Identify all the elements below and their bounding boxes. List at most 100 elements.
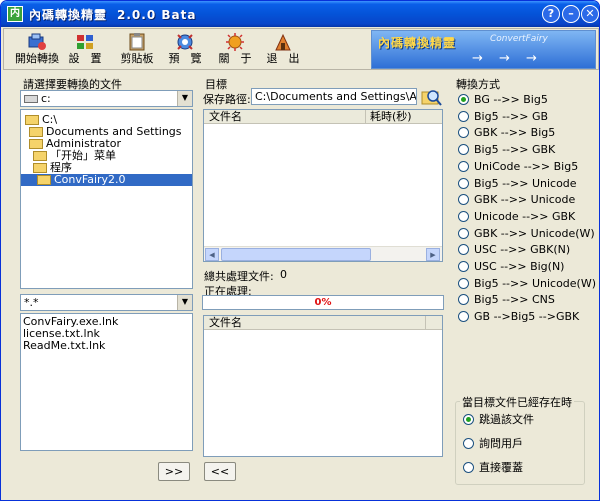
chevron-down-icon[interactable]: ▼ xyxy=(177,91,192,106)
convert-mode-option[interactable]: BG -->> Big5 xyxy=(458,93,548,106)
total-files-value: 0 xyxy=(280,268,287,281)
exit-icon xyxy=(275,33,291,51)
radio-button[interactable] xyxy=(458,210,469,222)
folder-icon xyxy=(33,151,47,161)
convert-mode-option[interactable]: Big5 -->> GB xyxy=(458,110,548,123)
app-icon: 内 xyxy=(7,6,23,22)
drive-select[interactable]: c: ▼ xyxy=(20,90,193,107)
file-filter-select[interactable]: *.* ▼ xyxy=(20,294,193,311)
horizontal-scrollbar[interactable]: ◀ ▶ xyxy=(204,246,442,261)
file-exists-option[interactable]: 詢問用戶 xyxy=(463,437,523,450)
radio-button[interactable] xyxy=(458,177,469,189)
app-window: 内 內碼轉換精靈 2.0.0 Bata ? – ✕ 開始轉換 設 置 剪貼板 預… xyxy=(0,0,600,501)
folder-open-icon xyxy=(37,175,51,185)
convert-mode-option[interactable]: Unicode -->> GBK xyxy=(458,210,575,223)
convert-mode-label: 轉換方式 xyxy=(456,78,500,91)
convert-mode-option[interactable]: USC -->> Big(N) xyxy=(458,260,564,273)
radio-button[interactable] xyxy=(458,127,469,139)
settings-icon xyxy=(77,35,93,49)
start-convert-button[interactable]: 開始轉換 xyxy=(14,30,60,68)
radio-button[interactable] xyxy=(458,160,469,172)
column-header-filename[interactable]: 文件名 xyxy=(209,110,242,123)
file-exists-option[interactable]: 跳過該文件 xyxy=(463,413,534,426)
column-header-filename[interactable]: 文件名 xyxy=(209,316,242,329)
clipboard-icon xyxy=(129,33,145,51)
toolbar: 開始轉換 設 置 剪貼板 預 覽 關 于 退 出 內碼轉換精靈 ConvertF… xyxy=(3,28,599,70)
add-files-button[interactable]: >> xyxy=(158,462,190,481)
folder-tree[interactable]: C:\ Documents and Settings Administrator… xyxy=(20,109,193,289)
preview-button[interactable]: 預 覽 xyxy=(162,30,208,68)
banner-arrows: → → → xyxy=(472,51,543,66)
file-filter-value: *.* xyxy=(24,296,39,309)
save-path-field[interactable]: C:\Documents and Settings\Administrator xyxy=(251,88,417,105)
total-files-label: 總共處理文件: xyxy=(204,270,274,283)
browse-folder-icon xyxy=(421,90,442,106)
convert-mode-option[interactable]: GBK -->> Unicode xyxy=(458,193,575,206)
brand-banner: 內碼轉換精靈 ConvertFairy → → → xyxy=(371,30,596,69)
file-exists-label: 當目標文件已經存在時 xyxy=(460,394,574,410)
column-header-time[interactable]: 耗時(秒) xyxy=(370,110,412,123)
drive-icon xyxy=(24,95,38,103)
convert-mode-option[interactable]: USC -->> GBK(N) xyxy=(458,243,570,256)
browse-folder-button[interactable] xyxy=(421,87,443,107)
file-list[interactable]: ConvFairy.exe.lnk license.txt.lnk ReadMe… xyxy=(20,313,193,451)
save-path-value: C:\Documents and Settings\Administrator xyxy=(255,90,417,103)
target-label: 目標 xyxy=(205,78,227,91)
result-table[interactable]: 文件名 耗時(秒) ◀ ▶ xyxy=(203,109,443,262)
file-exists-option[interactable]: 直接覆蓋 xyxy=(463,461,523,474)
progress-bar: 0% xyxy=(202,295,444,310)
convert-mode-option[interactable]: GB -->Big5 -->GBK xyxy=(458,310,579,323)
folder-icon xyxy=(29,139,43,149)
start-convert-icon xyxy=(28,33,46,50)
exit-button[interactable]: 退 出 xyxy=(260,30,306,68)
radio-button[interactable] xyxy=(458,227,469,239)
processing-list[interactable]: 文件名 xyxy=(203,315,443,457)
radio-button[interactable] xyxy=(463,438,474,449)
clipboard-button[interactable]: 剪貼板 xyxy=(114,30,160,68)
scroll-thumb[interactable] xyxy=(221,248,371,261)
radio-button[interactable] xyxy=(458,144,469,156)
minimize-button[interactable]: – xyxy=(562,5,580,23)
scroll-right-icon[interactable]: ▶ xyxy=(426,248,440,261)
radio-button[interactable] xyxy=(458,261,469,272)
radio-button[interactable] xyxy=(458,311,469,323)
radio-button[interactable] xyxy=(458,277,469,289)
radio-button[interactable] xyxy=(458,244,469,256)
list-item[interactable]: ReadMe.txt.lnk xyxy=(23,340,105,352)
folder-icon xyxy=(33,163,47,173)
app-version: 2.0.0 Bata xyxy=(117,8,197,22)
radio-button[interactable] xyxy=(463,462,474,473)
save-path-label: 保存路徑: xyxy=(203,93,251,106)
settings-button[interactable]: 設 置 xyxy=(62,30,108,68)
title-bar[interactable]: 内 內碼轉換精靈 2.0.0 Bata ? – ✕ xyxy=(1,1,599,27)
table-header: 文件名 耗時(秒) xyxy=(204,110,442,124)
convert-mode-option[interactable]: Big5 -->> CNS xyxy=(458,293,555,306)
radio-button[interactable] xyxy=(458,194,469,206)
convert-mode-option[interactable]: Big5 -->> GBK xyxy=(458,143,555,156)
about-icon xyxy=(226,33,244,51)
tree-item[interactable]: 「开始」菜单 xyxy=(33,150,116,162)
radio-button[interactable] xyxy=(463,414,474,425)
about-button[interactable]: 關 于 xyxy=(212,30,258,68)
folder-icon xyxy=(29,127,43,137)
convert-mode-option[interactable]: Big5 -->> Unicode(W) xyxy=(458,277,596,290)
radio-button[interactable] xyxy=(458,94,469,105)
convert-mode-option[interactable]: GBK -->> Unicode(W) xyxy=(458,227,595,240)
convert-mode-option[interactable]: GBK -->> Big5 xyxy=(458,126,555,139)
chevron-down-icon[interactable]: ▼ xyxy=(177,295,192,310)
scroll-left-icon[interactable]: ◀ xyxy=(205,248,219,261)
banner-title: 內碼轉換精靈 xyxy=(378,36,457,50)
list-header: 文件名 xyxy=(204,316,442,330)
folder-icon xyxy=(25,115,39,125)
radio-button[interactable] xyxy=(458,294,469,306)
progress-text: 0% xyxy=(314,297,332,308)
radio-button[interactable] xyxy=(458,110,469,122)
remove-files-button[interactable]: << xyxy=(204,462,236,481)
close-button[interactable]: ✕ xyxy=(581,5,599,23)
convert-mode-option[interactable]: Big5 -->> Unicode xyxy=(458,177,577,190)
tree-item-selected[interactable]: ConvFairy2.0 xyxy=(21,174,192,186)
app-title: 內碼轉換精靈 xyxy=(29,8,108,22)
convert-mode-option[interactable]: UniCode -->> Big5 xyxy=(458,160,578,173)
window-title: 內碼轉換精靈 2.0.0 Bata xyxy=(29,6,196,23)
help-button[interactable]: ? xyxy=(542,5,560,23)
